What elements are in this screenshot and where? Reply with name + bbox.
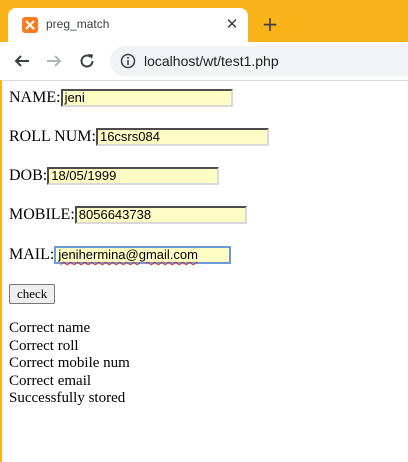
roll-input[interactable]: 16csrs084	[95, 128, 269, 146]
mail-input[interactable]: jenihermina@gmail.com	[54, 246, 232, 264]
dob-value: 18/05/1999	[51, 168, 117, 183]
info-icon[interactable]	[120, 53, 136, 69]
tab-close-icon[interactable]: ✕	[222, 14, 242, 34]
message-line: Correct name	[9, 320, 91, 336]
name-row: NAME: jeni	[9, 87, 233, 109]
mobile-value: 8056643738	[78, 207, 152, 222]
mobile-label: MOBILE:	[9, 206, 75, 223]
name-label: NAME:	[9, 89, 61, 106]
message-line: Correct email	[9, 372, 92, 389]
mail-label: MAIL:	[9, 246, 55, 263]
mail-value: jenihermina@gmail.com	[58, 247, 198, 262]
address-bar[interactable]: localhost/wt/test1.php	[110, 46, 408, 76]
mobile-row: MOBILE: 8056643738	[9, 204, 247, 226]
roll-value: 16csrs084	[99, 129, 160, 144]
message-line: Correct mobile num	[9, 355, 130, 371]
roll-row: ROLL NUM: 16csrs084	[9, 126, 269, 148]
new-tab-icon[interactable]: +	[258, 12, 282, 36]
xampp-favicon-icon	[22, 17, 38, 33]
reload-icon[interactable]	[75, 49, 99, 73]
url-text: localhost/wt/test1.php	[144, 53, 279, 69]
mail-row: MAIL: jenihermina@gmail.com	[9, 244, 232, 266]
dob-label: DOB:	[9, 167, 48, 184]
message-line: Correct roll	[9, 337, 79, 354]
tab-title: preg_match	[46, 17, 110, 31]
mobile-input[interactable]: 8056643738	[74, 206, 247, 224]
tab-strip: preg_match ✕ +	[0, 0, 408, 42]
name-value: jeni	[64, 90, 85, 105]
name-input[interactable]: jeni	[60, 89, 233, 107]
check-button[interactable]: check	[9, 284, 56, 304]
result-messages: Correct name Correct roll Correct mobile…	[9, 320, 130, 408]
dob-row: DOB: 18/05/1999	[9, 165, 220, 187]
message-line: Successfully stored	[9, 390, 126, 406]
roll-label: ROLL NUM:	[9, 128, 96, 145]
back-arrow-icon[interactable]	[10, 49, 34, 73]
browser-toolbar: localhost/wt/test1.php	[0, 42, 408, 81]
forward-arrow-icon[interactable]	[42, 49, 66, 73]
dob-input[interactable]: 18/05/1999	[47, 167, 220, 185]
active-tab[interactable]: preg_match ✕	[8, 8, 248, 42]
window-border	[0, 80, 2, 462]
